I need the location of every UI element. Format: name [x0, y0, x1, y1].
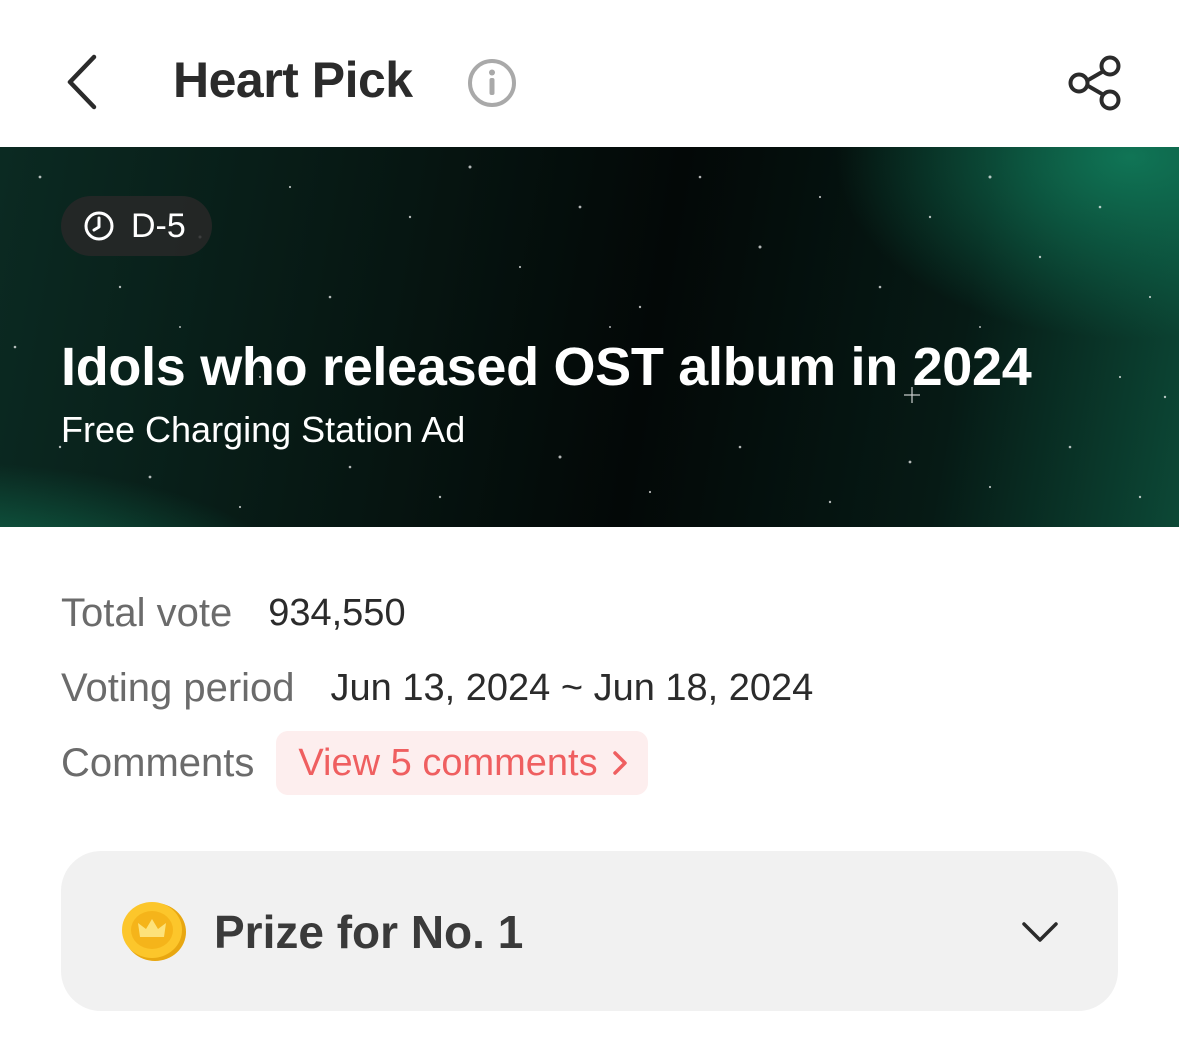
voting-period-label: Voting period: [61, 666, 295, 710]
chevron-left-icon: [67, 54, 97, 110]
dday-text: D-5: [131, 207, 186, 245]
vote-banner: D-5 Idols who released OST album in 2024…: [0, 147, 1179, 527]
clock-icon: [84, 211, 114, 241]
chevron-right-icon: [612, 751, 627, 775]
view-comments-button[interactable]: View 5 comments: [276, 731, 648, 795]
voting-period-row: Voting period Jun 13, 2024 ~ Jun 18, 202…: [61, 664, 813, 712]
total-vote-value: 934,550: [268, 592, 406, 634]
prize-label: Prize for No. 1: [214, 906, 524, 958]
vote-subtitle: Free Charging Station Ad: [61, 409, 466, 450]
app-header: Heart Pick: [0, 0, 1179, 147]
view-comments-label: View 5 comments: [298, 742, 598, 784]
comments-row: Comments View 5 comments: [61, 731, 648, 795]
comments-label: Comments: [61, 741, 255, 785]
chevron-down-icon: [1022, 922, 1058, 942]
back-button[interactable]: [52, 42, 112, 122]
share-icon: [1068, 55, 1121, 111]
total-vote-row: Total vote 934,550: [61, 589, 406, 637]
total-vote-label: Total vote: [61, 591, 233, 635]
info-button[interactable]: [466, 57, 518, 109]
dday-badge: D-5: [61, 196, 212, 256]
voting-period-value: Jun 13, 2024 ~ Jun 18, 2024: [330, 667, 814, 709]
info-icon: [468, 59, 516, 107]
page-title: Heart Pick: [173, 52, 413, 108]
prize-accordion[interactable]: Prize for No. 1: [61, 851, 1118, 1011]
coin-icon: [122, 902, 186, 961]
share-button[interactable]: [1062, 50, 1128, 116]
vote-title: Idols who released OST album in 2024: [61, 337, 1032, 397]
